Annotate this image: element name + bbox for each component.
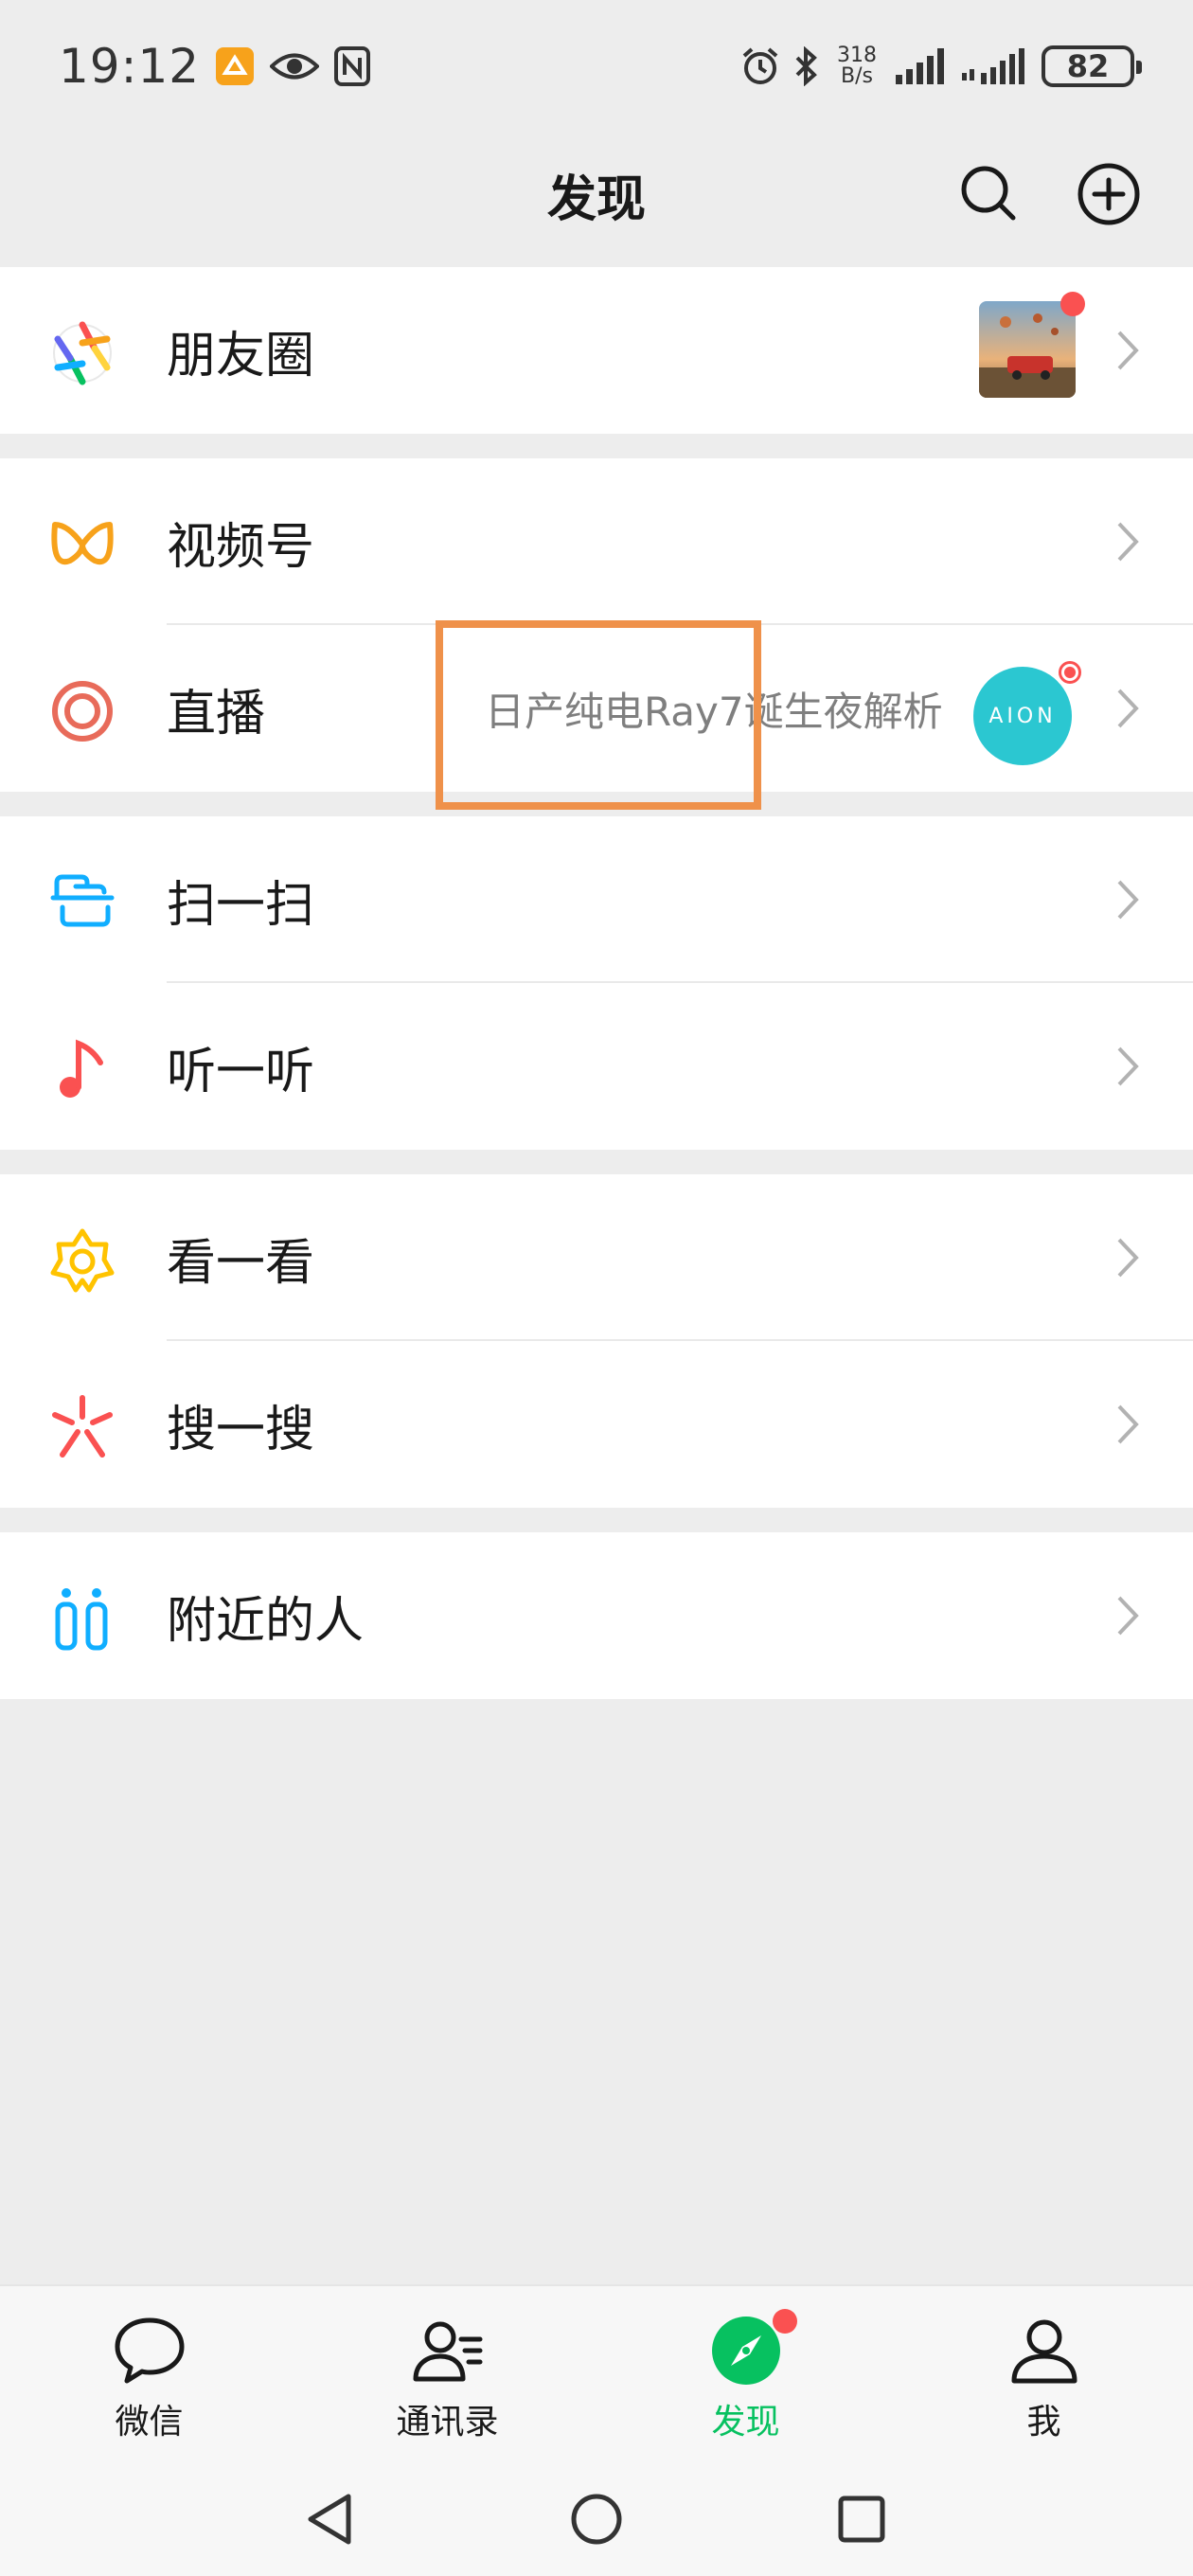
tab-contacts[interactable]: 通讯录	[298, 2286, 596, 2464]
system-nav-bar	[0, 2462, 1193, 2576]
back-icon[interactable]	[303, 2491, 360, 2548]
moments-aperture-icon	[49, 320, 116, 386]
search-row[interactable]: 搜一搜	[0, 1341, 1193, 1508]
chevron-right-icon	[1117, 689, 1139, 728]
moments-label: 朋友圈	[167, 327, 315, 385]
chevron-right-icon	[1117, 522, 1139, 562]
chevron-right-icon	[1117, 1046, 1139, 1086]
moments-red-dot	[1060, 292, 1085, 316]
signal-secondary-icon	[962, 48, 1024, 84]
tab-label: 我	[1026, 2403, 1061, 2442]
top-stories-label: 看一看	[167, 1234, 315, 1292]
live-avatar-text: AION	[988, 704, 1057, 728]
music-note-icon	[49, 1036, 116, 1102]
chevron-right-icon	[1117, 1404, 1139, 1444]
search-label: 搜一搜	[167, 1401, 315, 1458]
live-icon	[49, 678, 116, 744]
plus-circle-icon[interactable]	[1076, 161, 1142, 227]
alarm-icon	[742, 47, 778, 84]
tab-me[interactable]: 我	[895, 2286, 1193, 2464]
top-stories-row[interactable]: 看一看	[0, 1174, 1193, 1341]
app-notification-icon	[216, 47, 255, 85]
signal-icon	[896, 48, 944, 84]
person-icon	[1006, 2313, 1082, 2388]
listen-label: 听一听	[167, 1043, 315, 1100]
search-icon[interactable]	[956, 161, 1023, 227]
tab-label: 通讯录	[396, 2403, 499, 2442]
network-speed-unit: B/s	[841, 64, 873, 88]
moments-thumbnail	[979, 301, 1076, 398]
moments-row[interactable]: 朋友圈	[0, 267, 1193, 434]
live-indicator-dot	[1055, 657, 1085, 688]
network-speed: 318 B/s	[833, 45, 881, 87]
group-nearby: 附近的人	[0, 1532, 1193, 1699]
nfc-icon	[334, 46, 371, 86]
listen-row[interactable]: 听一听	[0, 983, 1193, 1150]
bottom-tab-bar: 微信 通讯录 发现 我	[0, 2284, 1193, 2462]
battery-level: 82	[1066, 48, 1110, 84]
network-speed-value: 318	[837, 44, 877, 67]
chevron-right-icon	[1117, 1238, 1139, 1278]
chat-bubble-icon	[112, 2313, 187, 2388]
chevron-right-icon	[1117, 1596, 1139, 1636]
recents-icon[interactable]	[833, 2491, 890, 2548]
home-icon[interactable]	[568, 2491, 625, 2548]
channels-row[interactable]: 视频号	[0, 458, 1193, 625]
group-moments: 朋友圈	[0, 267, 1193, 434]
channels-icon	[49, 511, 116, 578]
people-nearby-icon	[49, 1585, 116, 1652]
highlight-box	[436, 620, 761, 810]
scan-icon	[49, 869, 116, 936]
tab-discover[interactable]: 发现	[596, 2286, 895, 2464]
battery-indicator: 82	[1042, 45, 1142, 87]
contacts-icon	[410, 2313, 486, 2388]
status-time: 19:12	[59, 39, 201, 94]
chevron-right-icon	[1117, 331, 1139, 370]
status-bar: 19:12 318 B/s 82	[0, 0, 1193, 133]
scan-label: 扫一扫	[167, 876, 315, 934]
eye-icon	[270, 53, 320, 80]
top-stories-icon	[49, 1227, 116, 1294]
title-bar: 发现	[0, 133, 1193, 256]
bluetooth-icon	[795, 46, 817, 86]
channels-label: 视频号	[167, 518, 315, 576]
tab-label: 发现	[711, 2403, 780, 2442]
chevron-right-icon	[1117, 880, 1139, 920]
search-star-icon	[49, 1394, 116, 1460]
tab-chats[interactable]: 微信	[0, 2286, 298, 2464]
tab-label: 微信	[115, 2403, 184, 2442]
discover-red-dot	[773, 2309, 797, 2334]
scan-row[interactable]: 扫一扫	[0, 816, 1193, 983]
people-nearby-label: 附近的人	[167, 1592, 365, 1650]
group-scan: 扫一扫 听一听	[0, 816, 1193, 1150]
group-discover: 看一看 搜一搜	[0, 1174, 1193, 1508]
people-nearby-row[interactable]: 附近的人	[0, 1532, 1193, 1699]
live-label: 直播	[167, 685, 266, 742]
